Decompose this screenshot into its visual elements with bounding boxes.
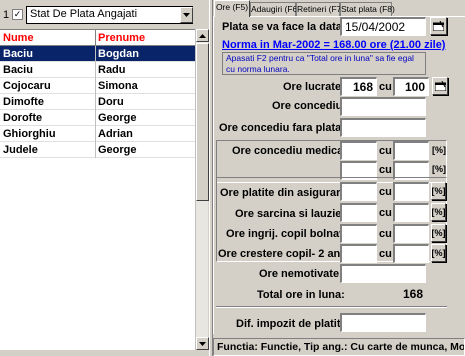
cu-label: cu <box>379 164 392 176</box>
cell-prenume: Doru <box>98 96 124 108</box>
table-row[interactable]: Baciu Radu <box>0 62 195 78</box>
cu-label: cu <box>379 228 392 240</box>
ore-lucrate-label: Ore lucrate: <box>283 81 345 93</box>
cu-label: cu <box>379 145 392 157</box>
table-row[interactable]: Dorofte George <box>0 110 195 126</box>
tab-bar: Ore (F5) Adaugiri (F6) Retineri (F7) Sta… <box>213 0 465 17</box>
cu-label: cu <box>379 186 392 198</box>
ore-concediu-fara-plata-field[interactable] <box>340 118 426 137</box>
tab-retineri[interactable]: Retineri (F7) <box>296 2 344 16</box>
ore-concediu-fara-plata-label: Ore concediu fara plata: <box>219 122 345 134</box>
ore-nemotivate-label: Ore nemotivate: <box>259 268 343 280</box>
medical-1-field[interactable] <box>340 141 377 160</box>
table-row[interactable]: Ghiorghiu Adrian <box>0 126 195 142</box>
data-field[interactable]: 15/04/2002 <box>340 17 426 36</box>
cu-label: cu <box>379 81 392 93</box>
column-nume[interactable]: Nume <box>3 30 34 46</box>
ore-concediu-medical-label: Ore concediu medical: <box>232 145 350 157</box>
cell-nume: Baciu <box>3 64 33 76</box>
total-label: Total ore in luna: <box>257 289 345 301</box>
tab-ore[interactable]: Ore (F5) <box>214 0 250 17</box>
ore-lucrate-pct-field[interactable]: 100 <box>393 77 429 96</box>
dif-impozit-label: Dif. impozit de platit: <box>236 318 345 330</box>
grid-header: Nume Prenume <box>0 30 195 46</box>
scroll-down-button[interactable] <box>196 337 209 350</box>
norma-link[interactable]: Norma in Mar-2002 = 168.00 ore (21.00 zi… <box>222 39 445 51</box>
asigurari-field[interactable] <box>340 182 377 201</box>
ore-asigurari-label: Ore platite din asigurari: <box>220 187 348 199</box>
checkbox[interactable]: ✓ <box>12 9 23 20</box>
pct-label: [%] <box>432 145 446 155</box>
dif-impozit-field[interactable] <box>340 313 426 332</box>
table-row[interactable]: Cojocaru Simona <box>0 78 195 94</box>
chevron-down-icon[interactable] <box>180 7 193 23</box>
crestere-pct-button[interactable]: [%] <box>431 244 446 262</box>
data-label: Plata se va face la data: <box>222 21 346 33</box>
cell-nume: Dimofte <box>3 96 44 108</box>
cell-nume: Cojocaru <box>3 80 51 92</box>
stat-selector[interactable]: Stat De Plata Angajati <box>26 6 193 24</box>
cell-nume: Baciu <box>3 48 33 60</box>
tab-adaugiri[interactable]: Adaugiri (F6) <box>250 2 300 16</box>
cell-prenume: George <box>98 144 137 156</box>
medical-1-pct-field[interactable] <box>393 141 429 160</box>
cell-prenume: Adrian <box>98 128 133 140</box>
nemotivate-field[interactable] <box>340 264 426 283</box>
asigurari-pct-field[interactable] <box>393 182 429 201</box>
sarcina-field[interactable] <box>340 203 377 222</box>
scroll-thumb[interactable] <box>196 43 209 201</box>
scroll-up-button[interactable] <box>196 29 209 42</box>
crestere-pct-field[interactable] <box>393 244 429 263</box>
ore-ingrij-label: Ore ingrij. copil bolnav: <box>226 228 349 240</box>
table-row[interactable]: Baciu Bogdan <box>0 46 195 62</box>
cell-prenume: Simona <box>98 80 138 92</box>
calculator-icon[interactable] <box>432 77 448 95</box>
ingrij-field[interactable] <box>340 224 377 243</box>
ore-concediu-field[interactable] <box>340 97 426 116</box>
cu-label: cu <box>379 248 392 260</box>
cell-prenume: Radu <box>98 64 126 76</box>
cell-prenume: George <box>98 112 137 124</box>
ore-concediu-label: Ore concediu: <box>272 100 346 112</box>
grid-scrollbar[interactable] <box>195 29 209 350</box>
record-number: 1 <box>3 9 10 21</box>
calendar-icon[interactable] <box>430 17 447 35</box>
sarcina-pct-field[interactable] <box>393 203 429 222</box>
crestere-field[interactable] <box>340 244 377 263</box>
asigurari-pct-button[interactable]: [%] <box>431 182 446 200</box>
table-row[interactable]: Dimofte Doru <box>0 94 195 110</box>
tab-stat-plata[interactable]: Stat plata (F8) <box>340 2 395 16</box>
employee-grid: Nume Prenume Baciu Bogdan Baciu Radu Cojocar… <box>0 29 195 350</box>
cell-nume: Dorofte <box>3 112 43 124</box>
ore-lucrate-field[interactable]: 168 <box>340 77 377 96</box>
table-row[interactable]: Judele George <box>0 142 195 158</box>
ingrij-pct-field[interactable] <box>393 224 429 243</box>
ingrij-pct-button[interactable]: [%] <box>431 224 446 242</box>
hint-box: Apasati F2 pentru ca "Total ore in luna"… <box>222 52 426 75</box>
cu-label: cu <box>379 207 392 219</box>
cell-nume: Ghiorghiu <box>3 128 56 140</box>
ore-crestere-label: Ore crestere copil- 2 ani: <box>218 248 347 260</box>
separator <box>216 306 447 308</box>
cell-nume: Judele <box>3 144 38 156</box>
column-prenume[interactable]: Prenume <box>98 30 145 46</box>
sarcina-pct-button[interactable]: [%] <box>431 203 446 221</box>
pct-label: [%] <box>432 164 446 174</box>
total-value: 168 <box>402 287 423 301</box>
cell-prenume: Bogdan <box>98 48 139 60</box>
status-bar: Functia: Functie, Tip ang.: Cu carte de … <box>213 338 465 356</box>
ore-sarcina-label: Ore sarcina si lauzie: <box>235 208 346 220</box>
